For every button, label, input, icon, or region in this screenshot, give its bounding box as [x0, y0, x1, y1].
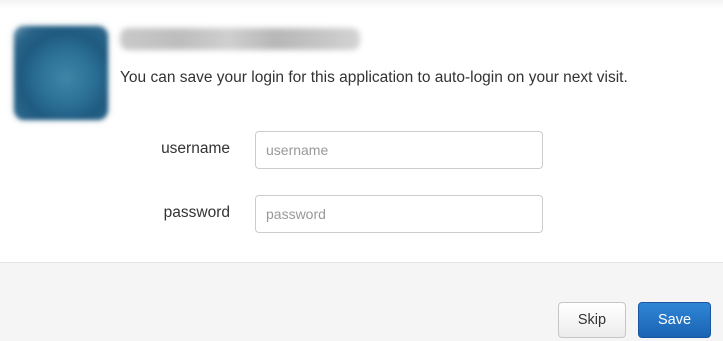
save-login-dialog: You can save your login for this applica… — [0, 0, 723, 341]
password-label: password — [163, 204, 230, 221]
save-button[interactable]: Save — [638, 302, 711, 338]
username-input[interactable] — [255, 131, 543, 169]
app-name-redacted — [120, 28, 360, 50]
skip-button[interactable]: Skip — [558, 302, 626, 338]
save-login-message: You can save your login for this applica… — [120, 69, 628, 86]
dialog-footer: Skip Save — [0, 262, 723, 341]
dialog-body: You can save your login for this applica… — [0, 0, 723, 262]
app-icon — [14, 26, 108, 120]
username-label: username — [161, 140, 230, 157]
password-input[interactable] — [255, 195, 543, 233]
